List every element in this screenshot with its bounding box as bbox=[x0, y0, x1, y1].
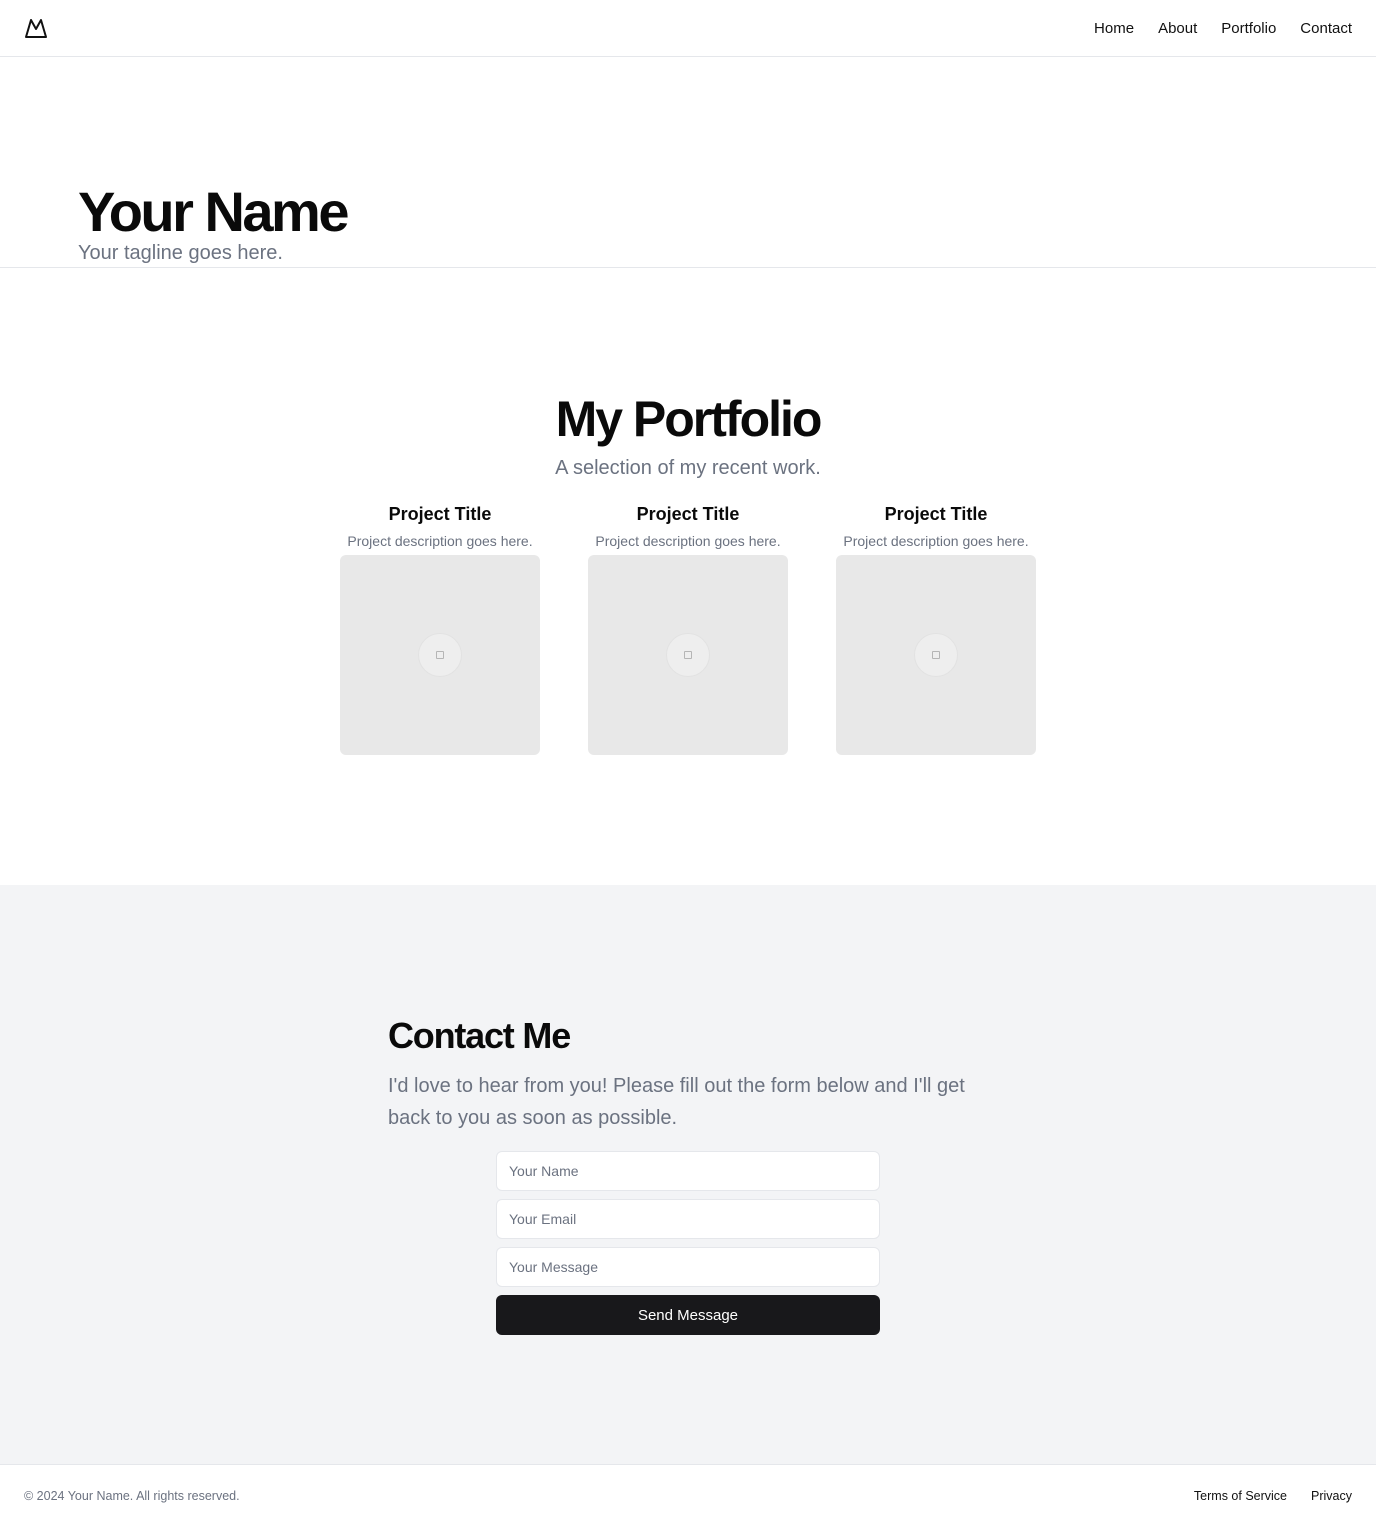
portfolio-section: My Portfolio A selection of my recent wo… bbox=[0, 268, 1376, 885]
project-card[interactable]: Project Title Project description goes h… bbox=[836, 502, 1036, 755]
image-placeholder-icon bbox=[932, 651, 940, 659]
mountain-logo-icon[interactable] bbox=[24, 17, 48, 39]
project-card[interactable]: Project Title Project description goes h… bbox=[340, 502, 540, 755]
site-header: Home About Portfolio Contact bbox=[0, 0, 1376, 57]
copyright-text: © 2024 Your Name. All rights reserved. bbox=[24, 1489, 240, 1503]
nav-contact-link[interactable]: Contact bbox=[1300, 20, 1352, 37]
terms-link[interactable]: Terms of Service bbox=[1194, 1487, 1287, 1505]
project-description: Project description goes here. bbox=[347, 533, 533, 549]
image-placeholder-icon bbox=[436, 651, 444, 659]
nav-home-link[interactable]: Home bbox=[1094, 20, 1134, 37]
project-grid: Project Title Project description goes h… bbox=[340, 502, 1036, 755]
contact-form: Send Message bbox=[496, 1151, 880, 1335]
contact-title: Contact Me bbox=[388, 1015, 571, 1056]
hero-section: Your Name Your tagline goes here. bbox=[0, 57, 1376, 268]
project-description: Project description goes here. bbox=[595, 533, 781, 549]
main-nav: Home About Portfolio Contact bbox=[1094, 0, 1352, 56]
site-footer: © 2024 Your Name. All rights reserved. T… bbox=[0, 1464, 1376, 1528]
project-title: Project Title bbox=[388, 504, 492, 524]
hero-tagline: Your tagline goes here. bbox=[78, 242, 283, 264]
contact-text: I'd love to hear from you! Please fill o… bbox=[388, 1075, 965, 1129]
image-placeholder-icon bbox=[684, 651, 692, 659]
project-description: Project description goes here. bbox=[843, 533, 1029, 549]
project-title: Project Title bbox=[636, 504, 740, 524]
footer-links: Terms of Service Privacy bbox=[1194, 1487, 1352, 1505]
nav-portfolio-link[interactable]: Portfolio bbox=[1221, 20, 1276, 37]
project-image[interactable] bbox=[836, 555, 1036, 755]
project-title: Project Title bbox=[884, 504, 988, 524]
nav-about-link[interactable]: About bbox=[1158, 20, 1197, 37]
contact-section: Contact Me I'd love to hear from you! Pl… bbox=[0, 885, 1376, 1464]
name-input[interactable] bbox=[496, 1151, 880, 1191]
privacy-link[interactable]: Privacy bbox=[1311, 1487, 1352, 1505]
project-card[interactable]: Project Title Project description goes h… bbox=[588, 502, 788, 755]
portfolio-title: My Portfolio bbox=[555, 391, 823, 447]
email-input[interactable] bbox=[496, 1199, 880, 1239]
send-message-button[interactable]: Send Message bbox=[496, 1295, 880, 1335]
message-input[interactable] bbox=[496, 1247, 880, 1287]
hero-title: Your Name bbox=[78, 180, 349, 243]
project-image[interactable] bbox=[588, 555, 788, 755]
portfolio-subtitle: A selection of my recent work. bbox=[555, 457, 821, 479]
project-image[interactable] bbox=[340, 555, 540, 755]
